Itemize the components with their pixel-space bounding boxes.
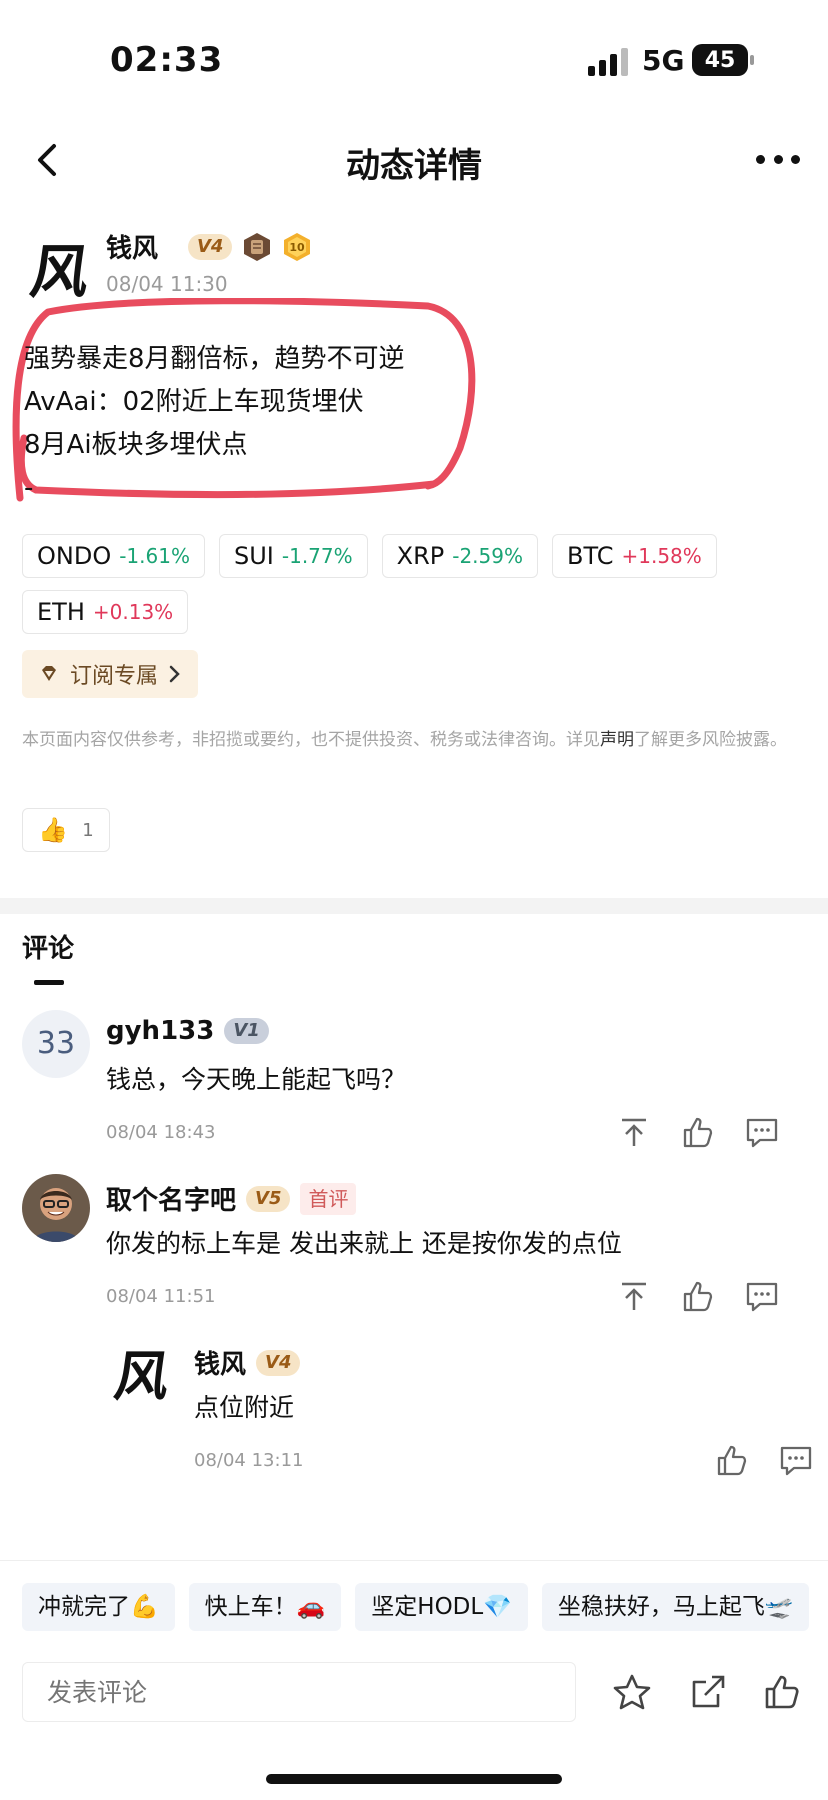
quick-reply-row: 冲就完了💪 快上车！🚗 坚定HODL💎 坐稳扶好，马上起飞🛫 [22, 1583, 810, 1631]
thumbs-up-icon[interactable] [680, 1114, 716, 1150]
comment-time: 08/04 11:51 [106, 1286, 216, 1307]
ticker-change: +1.58% [621, 544, 702, 568]
post-line: - [24, 473, 34, 503]
avatar[interactable]: 33 [22, 1010, 90, 1078]
reply-author: 钱风 V4 [194, 1344, 301, 1381]
home-indicator [266, 1774, 562, 1784]
reply-text: 点位附近 [194, 1393, 295, 1422]
pin-to-top-icon[interactable] [616, 1114, 652, 1150]
thumbs-up-icon: 👍 [38, 816, 69, 844]
disclaimer-text: 本页面内容仅供参考，非招揽或要约，也不提供投资、税务或法律咨询。详见 [22, 730, 600, 750]
comment-item: 取个名字吧 V5 首评 你发的标上车是 发出来就上 还是按你发的点位 08/04… [22, 1174, 806, 1324]
like-count: 1 [82, 819, 94, 841]
disclaimer-text-end: 了解更多风险披露。 [634, 730, 787, 750]
level-badge: V1 [224, 1018, 269, 1044]
ticker-change: +0.13% [92, 600, 174, 624]
like-button[interactable]: 👍 1 [22, 808, 110, 852]
diamond-icon [42, 666, 56, 681]
post-line: 8月Ai板块多埋伏点 [24, 430, 248, 460]
first-comment-tag: 首评 [300, 1182, 357, 1215]
disclaimer-link[interactable]: 声明 [600, 730, 634, 750]
ticker-change: -1.61% [119, 544, 190, 568]
author-name[interactable]: 钱风 [106, 228, 158, 265]
reply-comment-icon[interactable] [744, 1278, 780, 1314]
comment-author: 取个名字吧 V5 首评 [106, 1180, 357, 1217]
avatar[interactable] [22, 1174, 90, 1242]
level-badge: V4 [256, 1349, 301, 1376]
ticker-symbol: SUI [233, 542, 274, 570]
post-time: 08/04 11:30 [106, 272, 228, 296]
thumbs-up-icon[interactable] [762, 1672, 802, 1712]
quick-reply-chip[interactable]: 坐稳扶好，马上起飞🛫 [541, 1583, 810, 1631]
hexagon-level-icon: 10 [284, 233, 311, 261]
disclaimer: 本页面内容仅供参考，非招揽或要约，也不提供投资、税务或法律咨询。详见声明了解更多… [22, 728, 802, 753]
chevron-right-icon [169, 665, 180, 683]
level-badge: V4 [188, 234, 233, 260]
subscribe-exclusive-button[interactable]: 订阅专属 [22, 650, 199, 698]
post-body: 强势暴走8月翻倍标，趋势不可逆 AvAai：02附近上车现货埋伏 8月Ai板块多… [24, 338, 784, 510]
more-options-icon[interactable] [756, 146, 800, 172]
author-avatar[interactable]: 风 [24, 238, 97, 306]
quick-reply-bar: 冲就完了💪 快上车！🚗 坚定HODL💎 坐稳扶好，马上起飞🛫 [0, 1560, 828, 1644]
reply-comment-icon[interactable] [778, 1442, 814, 1478]
quick-reply-chip[interactable]: 冲就完了💪 [22, 1583, 175, 1631]
page-title: 动态详情 [346, 146, 482, 186]
avatar[interactable]: 风 [106, 1344, 179, 1408]
level-badge: V5 [246, 1185, 291, 1212]
ticker-row: ONDO -1.61% SUI -1.77% XRP -2.59% BTC +1… [22, 534, 802, 578]
comment-item: 33 gyh133 V1 钱总，今天晚上能起飞吗？ 08/04 18:43 [22, 1010, 806, 1160]
status-bar: 02:33 5G 45 [0, 0, 828, 110]
ticker-change: -1.77% [281, 544, 353, 568]
star-favorite-icon[interactable] [612, 1672, 652, 1712]
ticker-row: ETH +0.13% [22, 590, 802, 634]
reply-username[interactable]: 钱风 [194, 1344, 246, 1381]
rank-number: 10 [290, 241, 306, 254]
ticker-chip-xrp[interactable]: XRP -2.59% [381, 534, 538, 578]
quick-reply-chip[interactable]: 快上车！🚗 [188, 1583, 342, 1631]
comment-username[interactable]: gyh133 [106, 1016, 214, 1046]
ticker-chip-ondo[interactable]: ONDO -1.61% [22, 534, 205, 578]
nav-bar: 动态详情 [0, 120, 828, 200]
network-label: 5G [642, 44, 685, 77]
comment-username[interactable]: 取个名字吧 [106, 1180, 236, 1217]
comment-actions [616, 1114, 780, 1150]
section-divider [0, 898, 828, 914]
ticker-symbol: XRP [396, 542, 445, 570]
pin-to-top-icon[interactable] [616, 1278, 652, 1314]
comment-time: 08/04 18:43 [106, 1122, 216, 1143]
thumbs-up-icon[interactable] [714, 1442, 750, 1478]
ticker-symbol: BTC [567, 542, 614, 570]
reply-time: 08/04 13:11 [194, 1450, 304, 1471]
comment-actions [616, 1278, 780, 1314]
reply-comment-icon[interactable] [744, 1114, 780, 1150]
ticker-chip-eth[interactable]: ETH +0.13% [22, 590, 189, 634]
quick-reply-chip[interactable]: 坚定HODL💎 [355, 1583, 528, 1631]
share-icon[interactable] [688, 1672, 728, 1712]
thumbs-up-icon[interactable] [680, 1278, 716, 1314]
reply-item: 风 钱风 V4 点位附近 08/04 13:11 [110, 1338, 812, 1488]
subscribe-label: 订阅专属 [70, 664, 159, 689]
comment-text: 钱总，今天晚上能起飞吗？ [106, 1065, 407, 1094]
post-header: 风 钱风 V4 10 08/04 11:30 [22, 220, 802, 310]
status-time: 02:33 [110, 40, 224, 80]
comments-tab-indicator [34, 980, 64, 985]
scroll-rank-icon [244, 233, 271, 261]
ticker-symbol: ETH [37, 598, 85, 626]
person-avatar-icon [22, 1174, 90, 1242]
comment-text: 你发的标上车是 发出来就上 还是按你发的点位 [106, 1229, 622, 1258]
reply-actions [714, 1442, 814, 1478]
post-line: AvAai：02附近上车现货埋伏 [24, 387, 364, 417]
comment-author: gyh133 V1 [106, 1016, 269, 1046]
ticker-symbol: ONDO [37, 542, 112, 570]
ticker-change: -2.59% [452, 544, 523, 568]
battery-icon: 45 [692, 44, 754, 76]
ticker-chip-btc[interactable]: BTC +1.58% [552, 534, 717, 578]
comment-input-bar [0, 1648, 828, 1758]
post-line: 强势暴走8月翻倍标，趋势不可逆 [24, 344, 405, 374]
signal-icon [588, 48, 628, 76]
author-badges: V4 10 [188, 232, 312, 262]
comments-title[interactable]: 评论 [22, 928, 74, 965]
comment-input[interactable] [22, 1662, 576, 1722]
ticker-chip-sui[interactable]: SUI -1.77% [218, 534, 368, 578]
